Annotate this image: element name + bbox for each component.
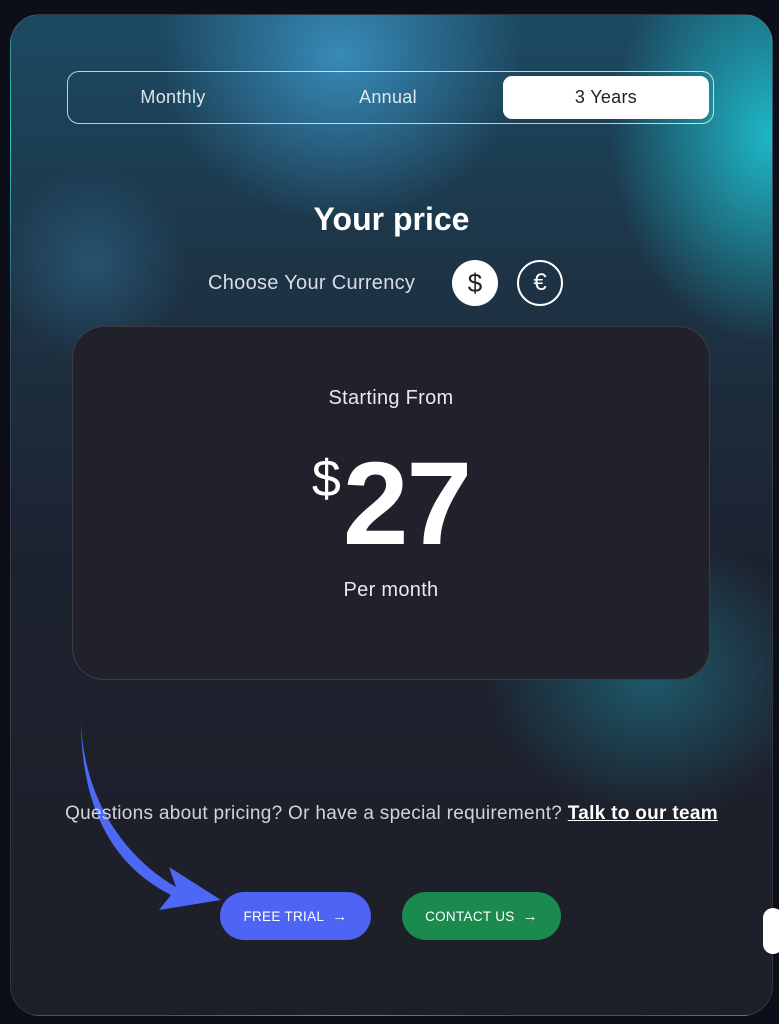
currency-usd-button[interactable]: $ xyxy=(452,260,498,306)
free-trial-label: FREE TRIAL xyxy=(243,908,325,924)
pricing-card: Monthly Annual 3 Years Your price Choose… xyxy=(10,14,773,1016)
currency-eur-button[interactable]: € xyxy=(517,260,563,306)
page-title: Your price xyxy=(313,201,470,237)
arrow-right-icon: → xyxy=(332,907,348,925)
billing-period-toggle: Monthly Annual 3 Years xyxy=(67,71,714,124)
side-widget-tab[interactable] xyxy=(763,908,779,954)
pricing-question-text: Questions about pricing? Or have a speci… xyxy=(65,803,563,824)
price-period-label: Per month xyxy=(343,579,439,601)
currency-label: Choose Your Currency xyxy=(208,272,416,294)
tab-monthly[interactable]: Monthly xyxy=(70,76,276,119)
currency-selector: Choose Your Currency $ € xyxy=(11,260,772,308)
arrow-right-icon: → xyxy=(522,907,538,925)
price-currency-symbol: $ xyxy=(311,450,341,508)
price-amount: 27 xyxy=(342,438,472,570)
price-panel: Starting From $27 Per month xyxy=(72,326,710,680)
tab-3-years[interactable]: 3 Years xyxy=(503,76,709,119)
price-display: $27 xyxy=(73,445,709,563)
tab-annual[interactable]: Annual xyxy=(285,76,491,119)
starting-from-label: Starting From xyxy=(328,387,454,409)
contact-us-button[interactable]: CONTACT US → xyxy=(402,892,561,940)
talk-to-team-link[interactable]: Talk to our team xyxy=(568,803,718,824)
contact-us-label: CONTACT US xyxy=(425,908,515,924)
free-trial-button[interactable]: FREE TRIAL → xyxy=(220,892,371,940)
pricing-question: Questions about pricing? Or have a speci… xyxy=(11,800,772,828)
